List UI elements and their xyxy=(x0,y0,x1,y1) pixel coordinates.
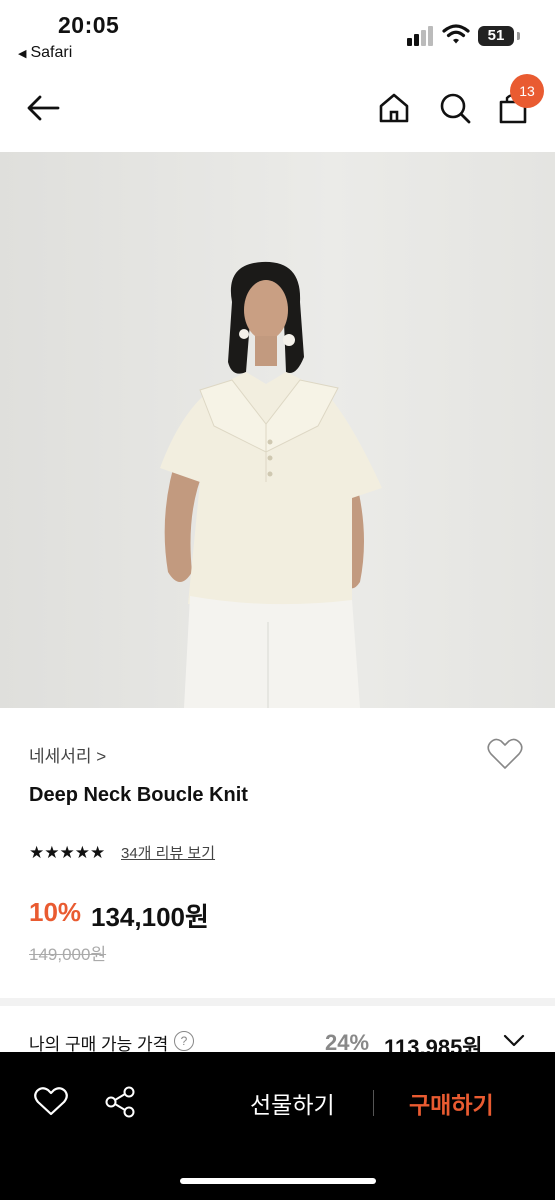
help-icon[interactable]: ? xyxy=(174,1031,194,1051)
back-triangle-icon: ◀ xyxy=(18,48,27,60)
discount-rate: 10% xyxy=(29,897,82,927)
battery-cap xyxy=(517,32,520,40)
arrow-left-icon[interactable] xyxy=(24,88,64,128)
home-indicator[interactable] xyxy=(180,1178,376,1184)
buy-button[interactable]: 구매하기 xyxy=(409,1086,494,1120)
home-icon[interactable] xyxy=(374,88,414,128)
back-app-label: Safari xyxy=(30,44,73,61)
heart-icon[interactable] xyxy=(486,736,524,772)
battery-level: 51 xyxy=(487,27,505,44)
review-link[interactable]: 34개 리뷰 보기 xyxy=(121,842,215,863)
sale-price: 134,100원 xyxy=(91,902,209,932)
product-name: Deep Neck Boucle Knit xyxy=(29,784,248,806)
rating-stars: ★★★★★ xyxy=(29,843,106,862)
section-divider xyxy=(0,998,555,1006)
search-icon[interactable] xyxy=(435,88,475,128)
original-price: 149,000원 xyxy=(29,945,107,964)
button-separator xyxy=(373,1090,374,1116)
share-icon[interactable] xyxy=(102,1084,138,1120)
cellular-signal-icon xyxy=(407,24,435,46)
product-model-illustration xyxy=(0,152,555,708)
wishlist-heart-icon[interactable] xyxy=(34,1086,68,1118)
brand-link[interactable]: 네세서리 > xyxy=(29,742,106,767)
cart-count-badge: 13 xyxy=(510,74,544,108)
battery-icon: 51 xyxy=(478,26,514,46)
status-bar: 20:05 ◀ Safari 51 xyxy=(0,0,555,70)
back-to-safari-link[interactable]: ◀ Safari xyxy=(18,44,72,62)
status-time: 20:05 xyxy=(58,12,120,38)
product-photo[interactable] xyxy=(0,152,555,708)
nav-header xyxy=(0,70,555,152)
wifi-icon xyxy=(442,24,470,44)
chevron-down-icon[interactable] xyxy=(503,1034,525,1048)
gift-button[interactable]: 선물하기 xyxy=(250,1086,335,1120)
